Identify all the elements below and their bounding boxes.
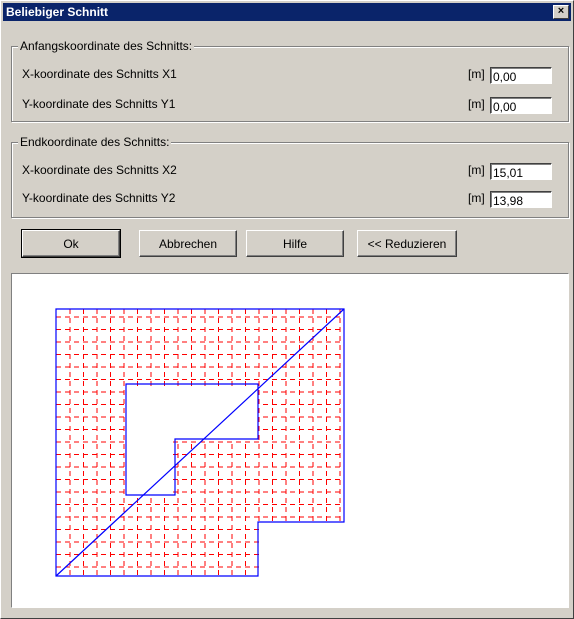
grid-layer bbox=[56, 309, 341, 575]
close-button[interactable]: × bbox=[553, 5, 569, 19]
cancel-button[interactable]: Abbrechen bbox=[139, 230, 237, 257]
section-preview-drawing bbox=[55, 308, 345, 577]
ok-button[interactable]: Ok bbox=[21, 229, 121, 258]
x1-input[interactable]: 0,00 bbox=[490, 67, 552, 84]
x2-label: X-koordinate des Schnitts X2 bbox=[22, 163, 177, 177]
dialog-window: Beliebiger Schnitt × Anfangskoordinate d… bbox=[0, 0, 574, 619]
inner-cutout-outline bbox=[125, 383, 259, 496]
y2-label: Y-koordinate des Schnitts Y2 bbox=[22, 191, 176, 205]
end-group-legend: Endkoordinate des Schnitts: bbox=[18, 135, 172, 149]
x1-label: X-koordinate des Schnitts X1 bbox=[22, 67, 177, 81]
window-title: Beliebiger Schnitt bbox=[6, 5, 109, 19]
x1-unit: [m] bbox=[468, 67, 485, 81]
end-coordinate-group: Endkoordinate des Schnitts: X-koordinate… bbox=[11, 135, 569, 218]
y1-label: Y-koordinate des Schnitts Y1 bbox=[22, 97, 176, 111]
start-group-legend: Anfangskoordinate des Schnitts: bbox=[18, 39, 195, 53]
reduce-button[interactable]: << Reduzieren bbox=[357, 230, 457, 257]
x2-input[interactable]: 15,01 bbox=[490, 163, 552, 180]
y1-input[interactable]: 0,00 bbox=[490, 97, 552, 114]
x2-unit: [m] bbox=[468, 163, 485, 177]
y2-unit: [m] bbox=[468, 191, 485, 205]
y1-unit: [m] bbox=[468, 97, 485, 111]
start-coordinate-group: Anfangskoordinate des Schnitts: X-koordi… bbox=[11, 39, 569, 122]
section-preview-canvas[interactable] bbox=[11, 273, 569, 608]
title-bar[interactable]: Beliebiger Schnitt × bbox=[3, 3, 571, 21]
help-button[interactable]: Hilfe bbox=[246, 230, 344, 257]
y2-input[interactable]: 13,98 bbox=[490, 191, 552, 208]
